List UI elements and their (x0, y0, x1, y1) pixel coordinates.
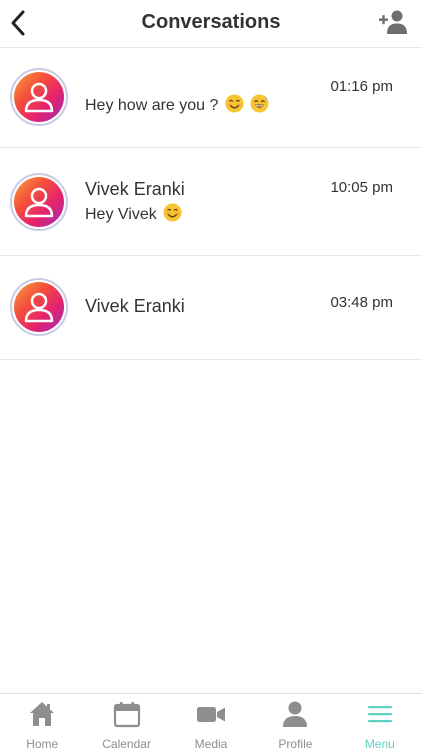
hamburger-menu-icon (367, 706, 392, 723)
avatar (10, 278, 68, 336)
message-text: Hey Vivek (85, 206, 157, 223)
tab-media[interactable]: Media (169, 694, 253, 750)
user-placeholder-icon (24, 187, 54, 218)
tab-label: Profile (278, 737, 313, 750)
contact-name: Vivek Eranki (85, 179, 185, 199)
conversation-list: Hey how are you ? 01:16 pm Vivek Eranki … (0, 48, 422, 360)
message-preview: Hey Vivek (85, 203, 182, 224)
tab-profile[interactable]: Profile (253, 694, 337, 750)
conversation-item[interactable]: Hey how are you ? 01:16 pm (0, 48, 422, 148)
tab-label: Media (194, 737, 228, 750)
user-placeholder-icon (24, 292, 54, 323)
calendar-icon (113, 702, 140, 728)
video-camera-icon (197, 707, 226, 722)
bottom-tab-bar: Home Calendar Media Profile Menu (0, 693, 422, 750)
smiling-face-emoji (163, 203, 182, 222)
home-icon (30, 702, 55, 726)
tab-label: Home (26, 737, 59, 750)
message-preview: Hey how are you ? (85, 94, 269, 115)
tab-home[interactable]: Home (0, 694, 84, 750)
user-placeholder-icon (24, 82, 54, 113)
tab-label: Calendar (102, 737, 151, 750)
contact-name: Vivek Eranki (85, 296, 185, 316)
tab-label: Menu (364, 737, 395, 750)
avatar (10, 173, 68, 231)
grinning-sweat-emoji (250, 94, 269, 113)
app-header: Conversations (0, 0, 422, 48)
message-time: 01:16 pm (330, 78, 393, 95)
smiling-face-emoji (225, 94, 244, 113)
conversation-item[interactable]: Vivek Eranki 03:48 pm (0, 256, 422, 360)
add-contact-button[interactable] (378, 9, 408, 35)
tab-calendar[interactable]: Calendar (84, 694, 168, 750)
tab-menu[interactable]: Menu (338, 694, 422, 750)
conversation-item[interactable]: Vivek Eranki Hey Vivek 10:05 pm (0, 148, 422, 256)
add-person-icon (379, 10, 407, 34)
person-icon (283, 701, 308, 727)
message-time: 10:05 pm (330, 179, 393, 196)
message-text: Hey how are you ? (85, 97, 219, 114)
page-title: Conversations (141, 11, 281, 33)
avatar (10, 68, 68, 126)
message-time: 03:48 pm (330, 294, 393, 311)
